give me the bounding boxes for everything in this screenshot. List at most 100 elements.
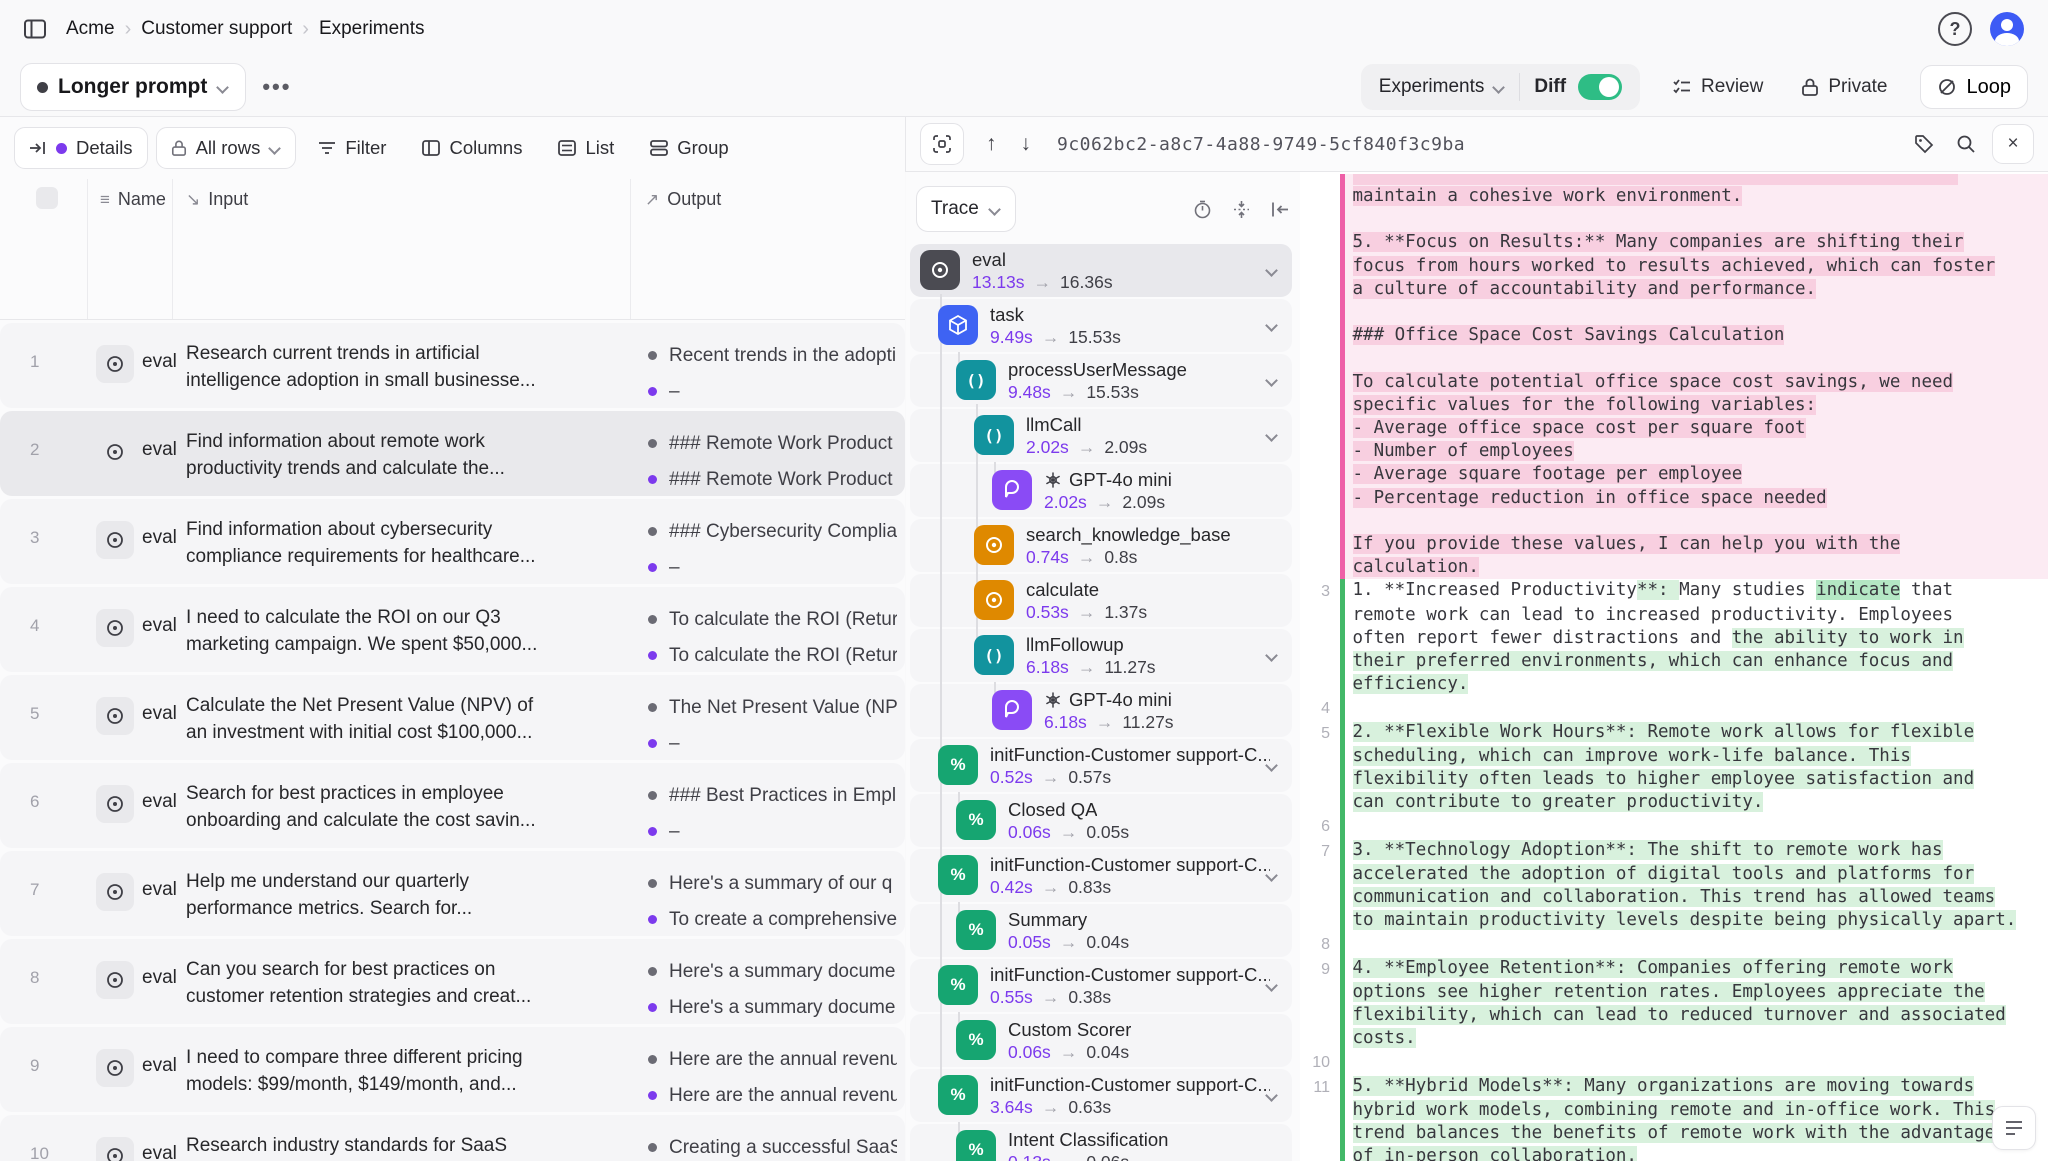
diff-added-line: communication and collaboration. This tr… <box>1300 886 2048 909</box>
table-row[interactable]: 2 eval Find information about remote wor… <box>0 411 905 496</box>
column-header-output[interactable]: ↗ Output <box>645 189 721 210</box>
help-icon[interactable]: ? <box>1938 12 1972 46</box>
trace-span-row[interactable]: % initFunction-Customer support-C... 0.5… <box>910 739 1292 792</box>
diff-line-number <box>1300 745 1340 768</box>
diff-removed-line: a culture of accountability and performa… <box>1300 278 2048 301</box>
trace-span-row[interactable]: () llmFollowup 6.18s→11.27s <box>910 629 1292 682</box>
list-button[interactable]: List <box>544 127 628 169</box>
private-button[interactable]: Private <box>1795 75 1893 99</box>
baseline-dot <box>648 791 657 800</box>
table-row[interactable]: 4 eval I need to calculate the ROI on ou… <box>0 587 905 672</box>
close-panel-button[interactable]: × <box>1992 124 2034 164</box>
trace-span-row[interactable]: () llmCall 2.02s→2.09s <box>910 409 1292 462</box>
chevron-down-icon[interactable] <box>1266 320 1278 332</box>
row-input: I need to calculate the ROI on our Q3mar… <box>186 604 616 658</box>
diff-line-number: 7 <box>1300 839 1340 863</box>
search-icon[interactable] <box>1950 128 1982 160</box>
timing-icon[interactable] <box>1193 200 1212 219</box>
diff-label: Diff <box>1534 76 1566 98</box>
trace-span-row[interactable]: GPT-4o mini 6.18s→11.27s <box>910 684 1292 737</box>
experiment-selector[interactable]: Longer prompt <box>20 63 246 111</box>
details-button[interactable]: Details <box>14 127 148 169</box>
trace-span-row[interactable]: % Closed QA 0.06s→0.05s <box>910 794 1292 847</box>
name-header-label: Name <box>118 189 166 210</box>
chevron-down-icon[interactable] <box>1266 650 1278 662</box>
collapse-left-icon[interactable] <box>1271 201 1290 218</box>
table-row[interactable]: 10 eval Research industry standards for … <box>0 1115 905 1161</box>
span-tree: eval 13.13s→16.36s task 9.49s→15.53s () … <box>910 244 1296 1161</box>
chevron-down-icon[interactable] <box>1266 760 1278 772</box>
select-all-checkbox[interactable] <box>36 187 58 209</box>
trace-span-row[interactable]: calculate 0.53s→1.37s <box>910 574 1292 627</box>
table-row[interactable]: 6 eval Search for best practices in empl… <box>0 763 905 848</box>
table-row[interactable]: 7 eval Help me understand our quarterlyp… <box>0 851 905 936</box>
sidebar-toggle-icon[interactable] <box>24 19 46 39</box>
diff-removed-line: - Percentage reduction in office space n… <box>1300 487 2048 510</box>
collapse-vertical-icon[interactable] <box>1232 200 1251 219</box>
columns-button[interactable]: Columns <box>408 127 536 169</box>
output-actual: Here are the annual revenu <box>648 1047 898 1072</box>
more-menu-button[interactable]: ••• <box>262 74 291 100</box>
trace-span-row[interactable]: % initFunction-Customer support-C... 0.5… <box>910 959 1292 1012</box>
next-row-button[interactable]: ↓ <box>1009 132 1044 156</box>
diff-added-line: flexibility often leads to higher employ… <box>1300 768 2048 791</box>
trace-span-row[interactable]: % Custom Scorer 0.06s→0.04s <box>910 1014 1292 1067</box>
eval-type-icon <box>96 785 134 823</box>
breadcrumb-page[interactable]: Experiments <box>319 18 425 40</box>
trace-view-selector[interactable]: Trace <box>916 186 1016 232</box>
view-selector[interactable]: Experiments <box>1365 76 1520 98</box>
baseline-dot <box>648 967 657 976</box>
trace-span-row[interactable]: % initFunction-Customer support-C... 0.4… <box>910 849 1292 902</box>
row-input: Help me understand our quarterlyperforma… <box>186 868 616 922</box>
group-button[interactable]: Group <box>636 127 742 169</box>
breadcrumb-project[interactable]: Customer support <box>141 18 292 40</box>
score-span-icon: % <box>956 1130 996 1161</box>
trace-span-row[interactable]: () processUserMessage 9.48s→15.53s <box>910 354 1292 407</box>
row-name: eval <box>142 439 177 461</box>
chevron-down-icon[interactable] <box>1266 870 1278 882</box>
prev-row-button[interactable]: ↑ <box>974 132 1009 156</box>
breadcrumb-org[interactable]: Acme <box>66 18 115 40</box>
tag-icon[interactable] <box>1908 128 1940 160</box>
table-row[interactable]: 8 eval Can you search for best practices… <box>0 939 905 1024</box>
chevron-down-icon[interactable] <box>1266 430 1278 442</box>
comparison-dot <box>648 387 657 396</box>
avatar[interactable] <box>1990 12 2024 46</box>
expand-trace-button[interactable] <box>920 123 964 165</box>
table-row[interactable]: 1 eval Research current trends in artifi… <box>0 323 905 408</box>
chevron-down-icon[interactable] <box>1266 265 1278 277</box>
trace-span-row[interactable]: % initFunction-Customer support-C... 3.6… <box>910 1069 1292 1122</box>
diff-toggle[interactable] <box>1578 74 1622 100</box>
column-header-name[interactable]: ≡ Name <box>100 189 166 210</box>
diff-added-line: 31. **Increased Productivity**: Many stu… <box>1300 579 2048 603</box>
trace-span-row[interactable]: task 9.49s→15.53s <box>910 299 1292 352</box>
panel-menu-button[interactable] <box>1992 1106 2036 1150</box>
diff-added-line: can contribute to greater productivity. <box>1300 791 2048 814</box>
arrow-down-right-icon: ↘ <box>186 190 200 210</box>
table-row[interactable]: 9 eval I need to compare three different… <box>0 1027 905 1112</box>
diff-removed-line: If you provide these values, I can help … <box>1300 533 2048 556</box>
trace-span-row[interactable]: eval 13.13s→16.36s <box>910 244 1292 297</box>
diff-line-number <box>1300 650 1340 673</box>
review-button[interactable]: Review <box>1666 75 1769 99</box>
column-header-input[interactable]: ↘ Input <box>186 189 248 210</box>
trace-span-row[interactable]: GPT-4o mini 2.02s→2.09s <box>910 464 1292 517</box>
trace-span-row[interactable]: search_knowledge_base 0.74s→0.8s <box>910 519 1292 572</box>
breadcrumb-separator: › <box>302 18 309 41</box>
trace-span-row[interactable]: % Intent Classification 0.13s→0.06s <box>910 1124 1292 1161</box>
table-row[interactable]: 5 eval Calculate the Net Present Value (… <box>0 675 905 760</box>
diff-added-line: costs. <box>1300 1027 2048 1050</box>
loop-button[interactable]: Loop <box>1920 65 2029 109</box>
span-label: llmFollowup <box>1026 634 1124 656</box>
all-rows-button[interactable]: All rows <box>156 127 297 169</box>
trace-span-row[interactable]: % Summary 0.05s→0.04s <box>910 904 1292 957</box>
comparison-dot <box>648 475 657 484</box>
filter-button[interactable]: Filter <box>304 127 400 169</box>
table-row[interactable]: 3 eval Find information about cybersecur… <box>0 499 905 584</box>
chevron-down-icon[interactable] <box>1266 980 1278 992</box>
chevron-down-icon[interactable] <box>1266 375 1278 387</box>
comparison-dot <box>648 563 657 572</box>
chevron-down-icon[interactable] <box>1266 1090 1278 1102</box>
comparison-dot <box>648 827 657 836</box>
row-number: 4 <box>30 616 39 636</box>
